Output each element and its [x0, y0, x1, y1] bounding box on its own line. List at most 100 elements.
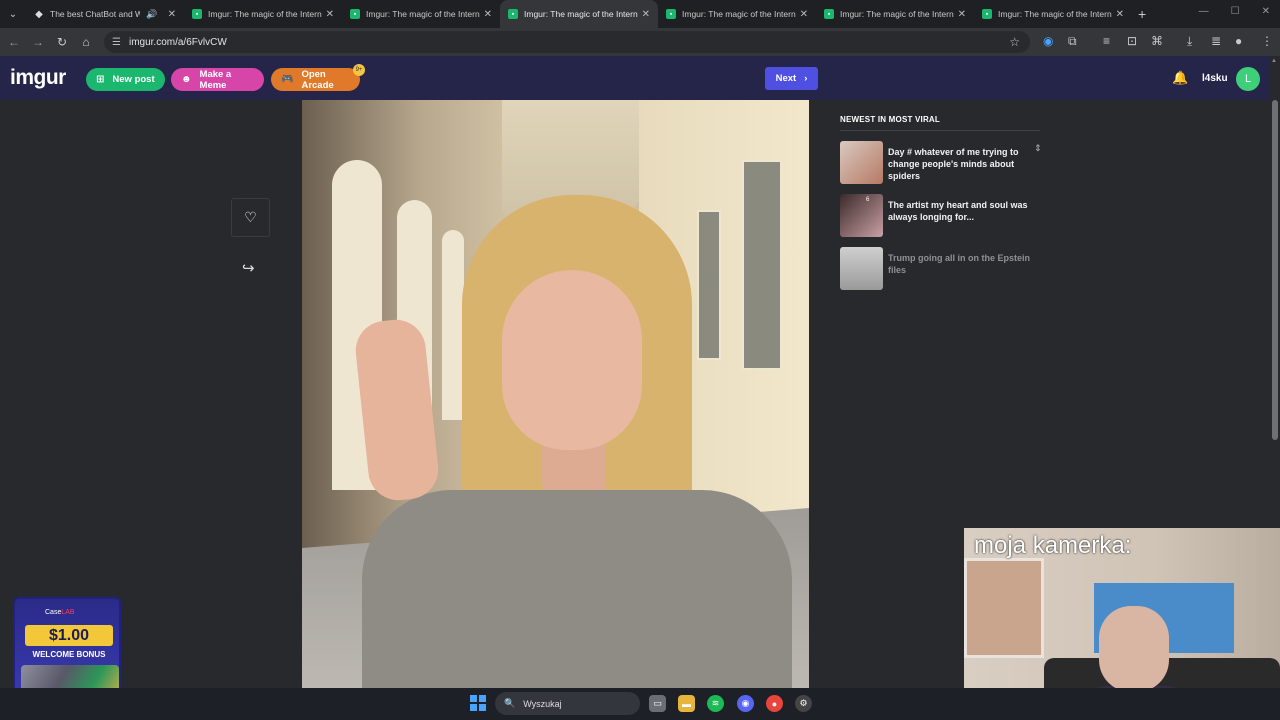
notification-bell-icon[interactable]: 🔔 — [1172, 70, 1188, 86]
steam-icon[interactable]: ⚙ — [795, 695, 812, 712]
spotify-icon[interactable]: ≋ — [707, 695, 724, 712]
viral-post-item[interactable]: Day # whatever of me trying to change pe… — [840, 141, 1045, 185]
new-tab-plus-icon[interactable]: + — [1138, 6, 1146, 22]
tab-title: Imgur: The magic of the Intern — [208, 9, 322, 19]
minimize-icon[interactable]: — — [1199, 6, 1209, 17]
viral-post-title: Day # whatever of me trying to change pe… — [888, 147, 1019, 181]
site-info-icon[interactable]: ☰ — [112, 37, 121, 48]
arcade-badge: 9+ — [353, 64, 365, 76]
maximize-icon[interactable]: ☐ — [1231, 6, 1240, 17]
image-window — [742, 160, 782, 370]
post-image[interactable] — [302, 100, 809, 688]
ad-amount: $1.00 — [25, 625, 113, 646]
imgur-logo[interactable]: imgur — [10, 66, 66, 90]
tab-title: Imgur: The magic of the Intern — [998, 9, 1112, 19]
viral-post-title: The artist my heart and soul was always … — [888, 200, 1028, 222]
window-close-icon[interactable]: ✕ — [1262, 6, 1270, 17]
image-arch — [442, 230, 464, 420]
reload-icon[interactable]: ↻ — [50, 35, 74, 49]
scroll-up-arrow-icon[interactable]: ▲ — [1271, 58, 1277, 64]
plus-square-icon: ⊞ — [96, 74, 105, 85]
new-post-button[interactable]: ⊞ New post — [86, 68, 165, 91]
tab-search-chevron-icon[interactable]: ⌄ — [0, 0, 26, 28]
tab-imgur-6[interactable]: ▪ Imgur: The magic of the Intern ✕ — [974, 0, 1132, 28]
close-icon[interactable]: ✕ — [800, 9, 808, 20]
webcam-person-head — [1099, 606, 1169, 692]
viral-scroll-indicator-icon[interactable]: ⇕ — [1034, 143, 1042, 154]
viral-post-item[interactable]: 6 The artist my heart and soul was alway… — [840, 194, 1045, 238]
tab-imgur-active[interactable]: ▪ Imgur: The magic of the Intern ✕ — [500, 0, 658, 28]
file-explorer-icon[interactable]: ▬ — [678, 695, 695, 712]
heart-icon: ♡ — [244, 209, 257, 225]
gamepad-icon: 🎮 — [281, 74, 294, 85]
chrome-icon[interactable]: ● — [766, 695, 783, 712]
profile-icon[interactable]: ● — [1235, 34, 1242, 48]
search-icon: 🔍 — [504, 698, 516, 708]
make-meme-button[interactable]: ☻ Make a Meme — [171, 68, 264, 91]
screenshot-icon[interactable]: ⊡ — [1127, 34, 1137, 48]
address-bar[interactable]: ☰ imgur.com/a/6FvlvCW ☆ — [104, 31, 1030, 53]
viral-thumbnail — [840, 247, 883, 290]
imgur-favicon-icon: ▪ — [192, 9, 202, 19]
back-arrow-icon[interactable]: ← — [2, 35, 26, 49]
menu-kebab-icon[interactable]: ⋮ — [1261, 34, 1273, 48]
favorite-heart-button[interactable]: ♡ — [231, 198, 270, 237]
bookmark-star-icon[interactable]: ☆ — [1009, 35, 1020, 49]
tab-imgur-2[interactable]: ▪ Imgur: The magic of the Intern ✕ — [342, 0, 500, 28]
windows-start-icon[interactable] — [470, 695, 486, 711]
tab-strip: ⌄ ◆ The best ChatBot and Widg 🔊 ✕ ▪ Imgu… — [0, 0, 1280, 28]
imgur-favicon-icon: ▪ — [350, 9, 360, 19]
image-window — [697, 210, 721, 360]
tab-list-icon[interactable]: ≣ — [1211, 34, 1221, 48]
open-arcade-button[interactable]: 🎮 Open Arcade — [271, 68, 360, 91]
extensions-puzzle-icon[interactable]: ⧉ — [1068, 34, 1077, 49]
next-button[interactable]: Next › — [765, 67, 818, 90]
extension-audio-icon[interactable]: ◉ — [1043, 34, 1053, 48]
tab-title: The best ChatBot and Widg — [50, 9, 141, 19]
browser-toolbar: ← → ↻ ⌂ ☰ imgur.com/a/6FvlvCW ☆ — [0, 28, 1280, 56]
divider — [840, 130, 1040, 131]
tab-title: Imgur: The magic of the Intern — [840, 9, 954, 19]
image-person-shirt — [362, 490, 792, 688]
close-icon[interactable]: ✕ — [484, 9, 492, 20]
close-icon[interactable]: ✕ — [642, 9, 650, 20]
download-icon[interactable]: ⤓ — [1187, 34, 1192, 49]
tab-imgur-5[interactable]: ▪ Imgur: The magic of the Intern ✕ — [816, 0, 974, 28]
media-controls-icon[interactable]: ≡ — [1103, 34, 1110, 48]
speaker-icon[interactable]: 🔊 — [146, 9, 157, 20]
tab-chatbot[interactable]: ◆ The best ChatBot and Widg 🔊 ✕ — [26, 0, 184, 28]
username[interactable]: l4sku — [1202, 73, 1228, 84]
taskbar-search[interactable]: 🔍 Wyszukaj — [495, 692, 640, 715]
tab-imgur-4[interactable]: ▪ Imgur: The magic of the Intern ✕ — [658, 0, 816, 28]
scrollbar-thumb[interactable] — [1272, 100, 1278, 440]
viral-image-count: 6 — [866, 197, 870, 203]
viral-heading: NEWEST IN MOST VIRAL — [840, 115, 940, 124]
task-view-icon[interactable]: ▭ — [649, 695, 666, 712]
forward-arrow-icon[interactable]: → — [26, 35, 50, 49]
close-icon[interactable]: ✕ — [168, 9, 176, 20]
home-icon[interactable]: ⌂ — [74, 35, 98, 49]
imgur-header: imgur ⊞ New post ☻ Make a Meme 🎮 Open Ar… — [0, 56, 1270, 100]
ad-brand: CaseLAB — [45, 609, 75, 616]
close-icon[interactable]: ✕ — [326, 9, 334, 20]
translate-icon[interactable]: ⌘ — [1151, 34, 1163, 48]
avatar[interactable]: L — [1236, 67, 1260, 91]
tab-title: Imgur: The magic of the Intern — [366, 9, 480, 19]
next-label: Next — [775, 73, 797, 84]
imgur-favicon-icon: ▪ — [508, 9, 518, 19]
ad-brand-name: Case — [45, 609, 62, 616]
taskbar — [0, 688, 1280, 720]
image-person-face — [502, 270, 642, 450]
discord-icon[interactable]: ◉ — [737, 695, 754, 712]
taskbar-search-label: Wyszukaj — [523, 698, 562, 709]
close-icon[interactable]: ✕ — [1116, 9, 1124, 20]
imgur-favicon-icon: ▪ — [824, 9, 834, 19]
share-arrow-icon[interactable]: ↪ — [242, 259, 255, 277]
tab-title: Imgur: The magic of the Intern — [524, 9, 638, 19]
window-controls: — ☐ ✕ — [1199, 6, 1270, 17]
tab-imgur-1[interactable]: ▪ Imgur: The magic of the Intern ✕ — [184, 0, 342, 28]
viral-post-item[interactable]: Trump going all in on the Epstein files — [840, 247, 1045, 291]
meme-face-icon: ☻ — [181, 74, 192, 85]
ad-brand-accent: LAB — [61, 609, 75, 616]
close-icon[interactable]: ✕ — [958, 9, 966, 20]
